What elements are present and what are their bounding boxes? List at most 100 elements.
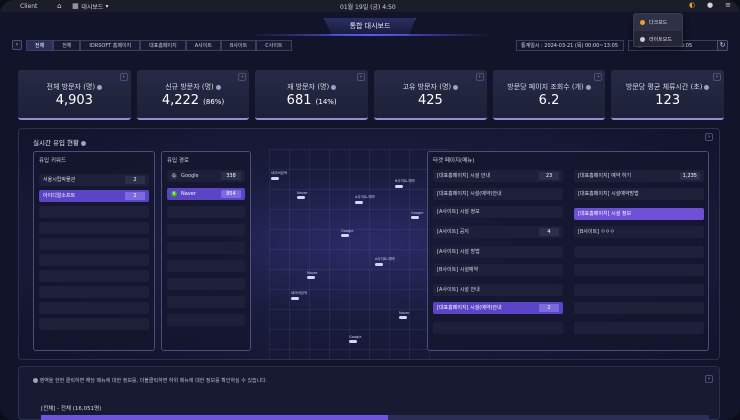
source-row[interactable]: G Google 338 <box>167 170 245 182</box>
kpi-avg-duration[interactable]: › 방문당 평균 체류시간 (초) 123 <box>611 70 725 120</box>
plane-icon <box>355 201 363 204</box>
home-icon[interactable]: ⌂ <box>55 2 63 10</box>
target-label: [대표홈페이지] 시설(예약)안내 <box>437 305 502 311</box>
tab-idrsoft[interactable]: IDRSOFT 홈페이지 <box>80 40 141 51</box>
chevron-right-icon[interactable]: › <box>119 73 128 81</box>
app-window: Client ⌂ ▦ 대시보드 ▾ 01월 19일 (금) 4:50 ◐ ● ≡ 통… <box>0 0 740 420</box>
keyword-row-empty <box>39 238 149 250</box>
plane-icon <box>307 276 315 279</box>
os-top-bar: Client ⌂ ▦ 대시보드 ▾ 01월 19일 (금) 4:50 ◐ ● ≡ <box>0 0 740 12</box>
tab-main-homepage[interactable]: 대표홈페이지 <box>140 40 186 51</box>
plane-icon <box>411 216 419 219</box>
target-row[interactable]: [B사이트] ㅇㅇㅇ <box>574 226 704 238</box>
theme-dark-item[interactable]: 다크모드 <box>634 14 682 31</box>
client-label: Client <box>20 2 38 10</box>
keyword-label: 아이디알소프트 <box>43 193 76 199</box>
dashboard-menu[interactable]: ▦ 대시보드 ▾ <box>71 2 108 11</box>
chevron-right-icon[interactable]: › <box>705 133 713 141</box>
flow-item: Google <box>341 229 353 237</box>
plane-icon <box>271 177 279 180</box>
source-box: 유입 경로 G Google 338 N Naver 854 <box>161 151 251 351</box>
realtime-title: 실시간 유입 현황 <box>33 139 79 147</box>
kpi-total-visitors[interactable]: › 전체 방문자 (명) 4,903 <box>18 70 131 120</box>
kpi-pages-per-visit[interactable]: › 방문당 페이지 조회수 (개) 6.2 <box>492 70 606 120</box>
theme-light-item[interactable]: 라이트모드 <box>634 31 682 48</box>
target-row[interactable]: [A사이트] 시설 정보 <box>433 206 563 218</box>
flow-item: B사이트-예약 <box>395 179 415 188</box>
chevron-right-icon[interactable]: › <box>713 73 722 81</box>
flow-item: 네이버검색 <box>271 171 287 180</box>
kpi-label: 신규 방문자 (명) <box>165 83 214 91</box>
tab-all-2[interactable]: 전체 <box>53 40 81 51</box>
info-icon[interactable] <box>453 84 459 90</box>
tab-b-site[interactable]: B사이트 <box>221 40 257 51</box>
chevron-right-icon[interactable]: › <box>594 73 603 81</box>
target-label: [A사이트] 시설 정보 <box>437 209 480 215</box>
info-icon[interactable] <box>585 84 591 90</box>
target-row[interactable]: [A사이트] 공지 4 <box>433 226 563 238</box>
target-row[interactable]: [대표홈페이지] 시설 정보 <box>574 208 704 220</box>
chevron-right-icon[interactable]: › <box>357 73 366 81</box>
keyword-row-empty <box>39 302 149 314</box>
flow-label: Google <box>411 211 424 215</box>
target-row[interactable]: [대표홈페이지] 시설 안내 23 <box>433 170 563 182</box>
plane-icon <box>341 234 349 237</box>
kpi-unique-visitors[interactable]: › 고유 방문자 (명) 425 <box>374 70 487 120</box>
chevron-right-icon[interactable]: › <box>238 73 247 81</box>
target-row[interactable]: [대표홈페이지] 예약 하기 1,235 <box>574 170 704 182</box>
refresh-icon[interactable]: ↻ <box>717 40 728 51</box>
target-row-empty <box>574 264 704 276</box>
info-icon[interactable] <box>97 84 103 90</box>
stat-period: 통계일시 : 2024-03-21 (목) 00:00~13:05 <box>516 40 624 51</box>
source-row-empty <box>167 296 245 308</box>
dashboard-icon: ▦ <box>72 2 79 10</box>
dashboard-menu-label: 대시보드 <box>81 3 104 11</box>
target-row[interactable]: [대표홈페이지] 시설예약방법 <box>574 188 704 200</box>
tab-all[interactable]: 전체 <box>26 40 54 51</box>
keyword-row-empty <box>39 286 149 298</box>
tab-c-site[interactable]: C사이트 <box>256 40 292 51</box>
keyword-box: 유입 키워드 서울시립박물관 2 아이디알소프트 2 <box>33 151 155 351</box>
source-count: 854 <box>221 190 241 198</box>
kpi-value: 4,903 <box>55 93 93 108</box>
menu-icon[interactable]: ≡ <box>724 1 732 9</box>
keyword-row-empty <box>39 254 149 266</box>
flow-label: Naver <box>399 311 410 315</box>
info-icon[interactable] <box>215 84 221 90</box>
kpi-return-visitors[interactable]: › 재 방문자 (명) 681 (14%) <box>255 70 369 120</box>
target-row[interactable]: [A사이트] 시설 방법 <box>433 246 563 258</box>
flow-label: A사이트-예약 <box>375 257 395 261</box>
flow-item: Naver <box>307 271 317 279</box>
tab-a-site[interactable]: A사이트 <box>185 40 221 51</box>
target-row-empty <box>574 246 704 258</box>
theme-light-label: 라이트모드 <box>649 37 673 43</box>
source-label: Google <box>181 173 199 179</box>
info-icon[interactable] <box>704 84 710 90</box>
total-bar-fill[interactable] <box>41 415 388 420</box>
target-label: [대표홈페이지] 시설예약방법 <box>578 191 639 197</box>
target-row[interactable]: [A사이트] 시설 안내 <box>433 284 563 296</box>
nav-toggle-button[interactable]: › <box>12 40 22 50</box>
target-box: 타겟 페이지(메뉴) [대표홈페이지] 시설 안내 23 [대표홈페이지] 시설(… <box>427 151 709 351</box>
kpi-new-visitors[interactable]: › 신규 방문자 (명) 4,222 (86%) <box>136 70 250 120</box>
keyword-row[interactable]: 서울시립박물관 2 <box>39 174 149 186</box>
chevron-right-icon[interactable]: › <box>475 73 484 81</box>
info-icon[interactable] <box>81 140 86 146</box>
info-icon[interactable] <box>331 84 337 90</box>
os-clock: 01월 19일 (금) 4:50 <box>340 4 396 11</box>
source-row-empty <box>167 206 245 218</box>
target-row[interactable]: [대표홈페이지] 시설(예약)안내 <box>433 188 563 200</box>
plane-icon <box>291 297 299 300</box>
kpi-value: 4,222 <box>161 93 200 108</box>
total-label: [전체] - 전체 (16,051명) <box>41 406 102 412</box>
source-row[interactable]: N Naver 854 <box>167 188 245 200</box>
keyword-row[interactable]: 아이디알소프트 2 <box>39 190 149 202</box>
theme-toggle-icon[interactable]: ◐ <box>688 1 696 9</box>
site-tabs: 전체 전체 IDRSOFT 홈페이지 대표홈페이지 A사이트 B사이트 C사이트 <box>26 40 292 51</box>
plane-icon <box>375 263 383 266</box>
menu-breakdown-panel: 영역을 한번 클릭하면 해당 메뉴에 대한 정보를, 더블클릭하면 하위 메뉴에… <box>18 366 720 420</box>
target-row[interactable]: [B사이트] 시설예약 <box>433 264 563 276</box>
target-row[interactable]: [대표홈페이지] 시설(예약)안내 2 <box>433 302 563 314</box>
user-icon[interactable]: ● <box>706 1 714 9</box>
chevron-right-icon[interactable]: › <box>705 375 713 383</box>
